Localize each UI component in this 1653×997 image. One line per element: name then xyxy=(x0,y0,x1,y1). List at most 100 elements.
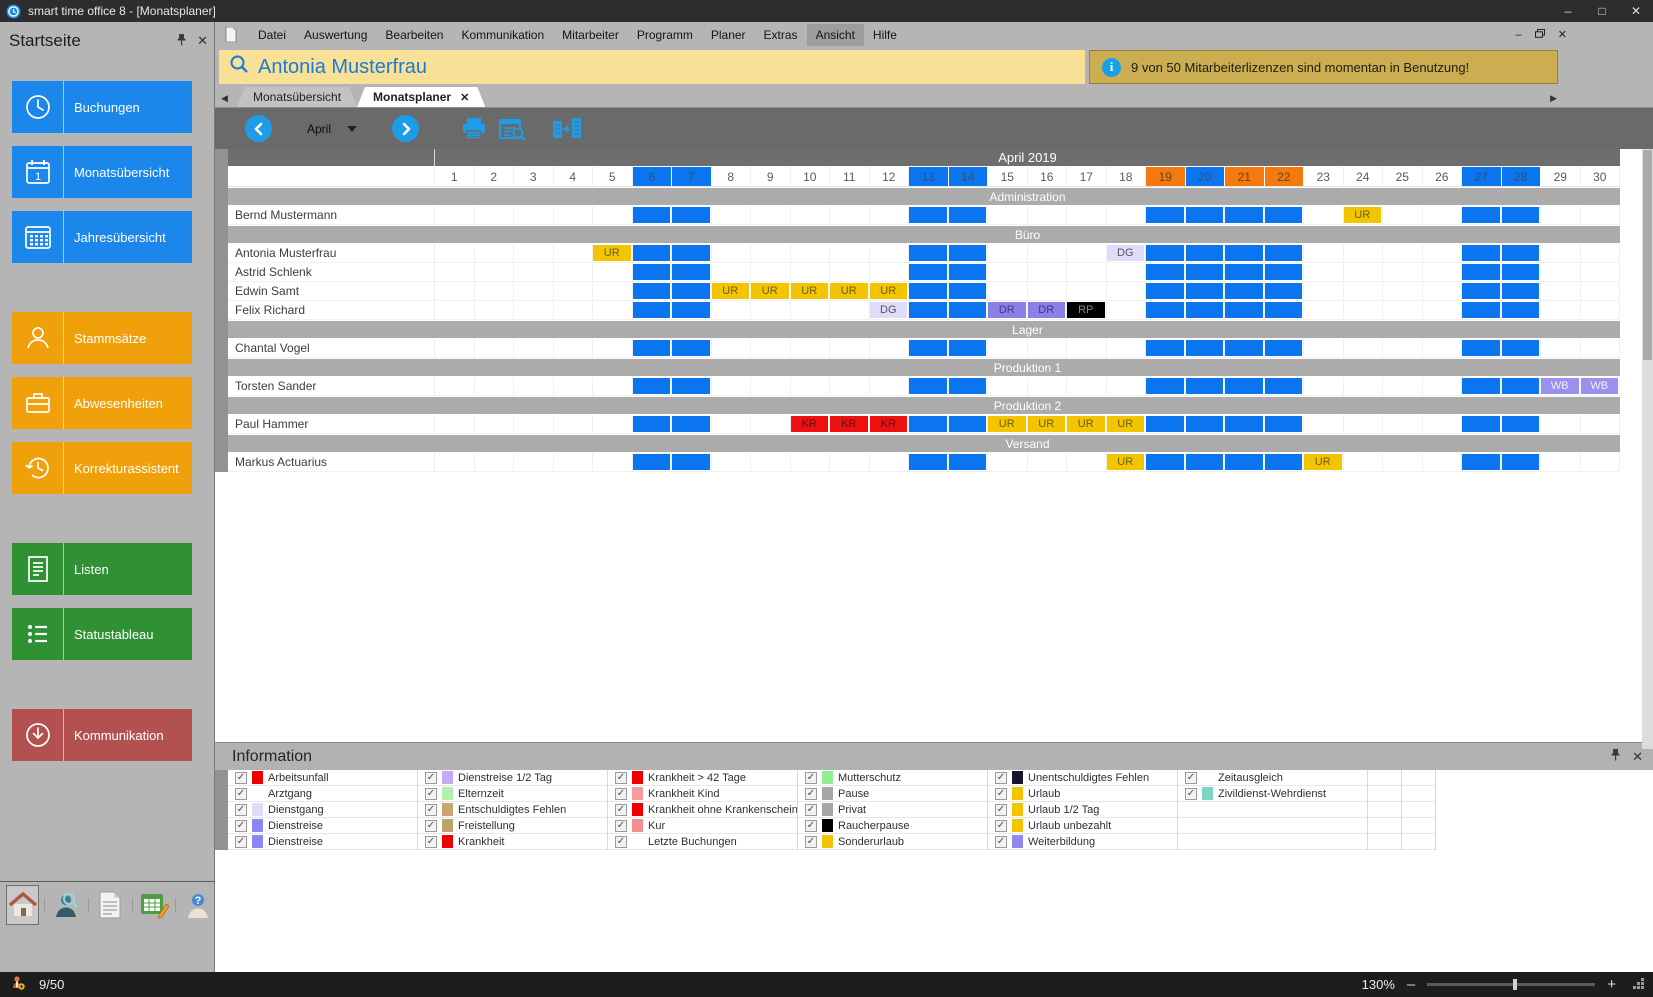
close-button[interactable]: ✕ xyxy=(1619,0,1653,22)
planner-day-cell[interactable] xyxy=(1304,282,1344,300)
planner-day-cell[interactable] xyxy=(1107,263,1147,281)
legend-checkbox[interactable]: ✓ xyxy=(615,772,627,784)
planner-day-cell[interactable] xyxy=(633,263,673,281)
planner-day-cell[interactable] xyxy=(1502,453,1542,471)
legend-checkbox[interactable]: ✓ xyxy=(235,820,247,832)
planner-day-cell[interactable] xyxy=(1265,339,1305,357)
day-header-cell[interactable]: 16 xyxy=(1028,167,1068,186)
sidebar-button-korrekturassistent[interactable]: Korrekturassistent xyxy=(12,442,192,494)
non-working-day-cell[interactable] xyxy=(949,302,987,318)
tab-scroll-right-icon[interactable]: ▶ xyxy=(1550,93,1557,104)
planner-day-cell[interactable] xyxy=(554,263,594,281)
person-search-icon[interactable] xyxy=(50,885,83,925)
planner-day-cell[interactable] xyxy=(1541,453,1581,471)
planner-day-cell[interactable] xyxy=(870,339,910,357)
maximize-button[interactable]: □ xyxy=(1585,0,1619,22)
planner-day-cell[interactable] xyxy=(1344,301,1384,319)
planner-day-cell[interactable]: UR xyxy=(988,415,1028,433)
planner-day-cell[interactable] xyxy=(1304,415,1344,433)
planner-day-cell[interactable] xyxy=(475,339,515,357)
non-working-day-cell[interactable] xyxy=(1462,283,1500,299)
planner-day-cell[interactable] xyxy=(1186,339,1226,357)
planner-day-cell[interactable] xyxy=(949,244,989,262)
non-working-day-cell[interactable] xyxy=(1146,283,1184,299)
planner-day-cell[interactable] xyxy=(1028,244,1068,262)
planner-day-cell[interactable] xyxy=(751,453,791,471)
planner-day-cell[interactable] xyxy=(593,339,633,357)
planner-day-cell[interactable] xyxy=(1265,244,1305,262)
non-working-day-cell[interactable] xyxy=(1265,416,1303,432)
planner-day-cell[interactable] xyxy=(1225,206,1265,224)
calendar-search-icon[interactable] xyxy=(499,117,526,141)
non-working-day-cell[interactable] xyxy=(1146,378,1184,394)
tab-close-icon[interactable]: ✕ xyxy=(460,91,469,104)
planner-day-cell[interactable] xyxy=(1541,282,1581,300)
planner-day-cell[interactable] xyxy=(672,282,712,300)
planner-day-cell[interactable] xyxy=(830,263,870,281)
planner-day-cell[interactable] xyxy=(1383,244,1423,262)
non-working-day-cell[interactable] xyxy=(1502,245,1540,261)
planner-day-cell[interactable] xyxy=(593,301,633,319)
absence-cell-ur[interactable]: UR xyxy=(830,283,868,299)
non-working-day-cell[interactable] xyxy=(672,207,710,223)
planner-day-cell[interactable] xyxy=(909,453,949,471)
planner-day-cell[interactable] xyxy=(633,415,673,433)
planner-day-cell[interactable] xyxy=(633,244,673,262)
planner-day-cell[interactable] xyxy=(830,339,870,357)
day-header-cell[interactable]: 6 xyxy=(633,167,673,186)
planner-day-cell[interactable] xyxy=(949,263,989,281)
planner-day-cell[interactable] xyxy=(870,244,910,262)
non-working-day-cell[interactable] xyxy=(1186,207,1224,223)
non-working-day-cell[interactable] xyxy=(909,283,947,299)
day-header-cell[interactable]: 25 xyxy=(1383,167,1423,186)
planner-day-cell[interactable]: UR xyxy=(870,282,910,300)
planner-day-cell[interactable] xyxy=(1265,263,1305,281)
planner-day-cell[interactable] xyxy=(672,377,712,395)
planner-day-cell[interactable] xyxy=(1344,244,1384,262)
absence-cell-ur[interactable]: UR xyxy=(988,416,1026,432)
planner-day-cell[interactable] xyxy=(830,377,870,395)
non-working-day-cell[interactable] xyxy=(909,340,947,356)
non-working-day-cell[interactable] xyxy=(1225,283,1263,299)
planner-day-cell[interactable] xyxy=(1344,263,1384,281)
planner-day-cell[interactable] xyxy=(1028,339,1068,357)
planner-day-cell[interactable] xyxy=(514,377,554,395)
absence-cell-kr[interactable]: KR xyxy=(870,416,908,432)
planner-day-cell[interactable] xyxy=(949,339,989,357)
non-working-day-cell[interactable] xyxy=(1225,302,1263,318)
non-working-day-cell[interactable] xyxy=(1146,207,1184,223)
non-working-day-cell[interactable] xyxy=(633,207,671,223)
planner-day-cell[interactable] xyxy=(1265,415,1305,433)
legend-checkbox[interactable]: ✓ xyxy=(1185,788,1197,800)
planner-day-cell[interactable] xyxy=(1067,377,1107,395)
planner-day-cell[interactable] xyxy=(1107,282,1147,300)
day-header-cell[interactable]: 26 xyxy=(1423,167,1463,186)
planner-day-cell[interactable]: KR xyxy=(791,415,831,433)
planner-day-cell[interactable] xyxy=(1502,244,1542,262)
menu-item-kommunikation[interactable]: Kommunikation xyxy=(452,24,553,46)
non-working-day-cell[interactable] xyxy=(633,302,671,318)
planner-day-cell[interactable] xyxy=(1146,453,1186,471)
planner-day-cell[interactable] xyxy=(1462,301,1502,319)
planner-day-cell[interactable] xyxy=(475,244,515,262)
non-working-day-cell[interactable] xyxy=(909,416,947,432)
absence-cell-ur[interactable]: UR xyxy=(1344,207,1382,223)
planner-day-cell[interactable] xyxy=(949,301,989,319)
planner-day-cell[interactable] xyxy=(1581,339,1621,357)
absence-cell-dg[interactable]: DG xyxy=(870,302,908,318)
non-working-day-cell[interactable] xyxy=(672,264,710,280)
menu-item-auswertung[interactable]: Auswertung xyxy=(295,24,376,46)
planner-day-cell[interactable]: UR xyxy=(751,282,791,300)
legend-checkbox[interactable]: ✓ xyxy=(805,820,817,832)
tab-scroll-left-icon[interactable]: ◀ xyxy=(221,93,228,104)
planner-day-cell[interactable] xyxy=(1146,301,1186,319)
planner-day-cell[interactable] xyxy=(949,415,989,433)
legend-checkbox[interactable]: ✓ xyxy=(425,788,437,800)
planner-day-cell[interactable] xyxy=(435,244,475,262)
day-header-cell[interactable]: 4 xyxy=(554,167,594,186)
employee-name[interactable]: Torsten Sander xyxy=(228,377,435,395)
planner-day-cell[interactable] xyxy=(988,263,1028,281)
non-working-day-cell[interactable] xyxy=(672,245,710,261)
absence-cell-rp[interactable]: RP xyxy=(1067,302,1105,318)
day-header-cell[interactable]: 18 xyxy=(1107,167,1147,186)
